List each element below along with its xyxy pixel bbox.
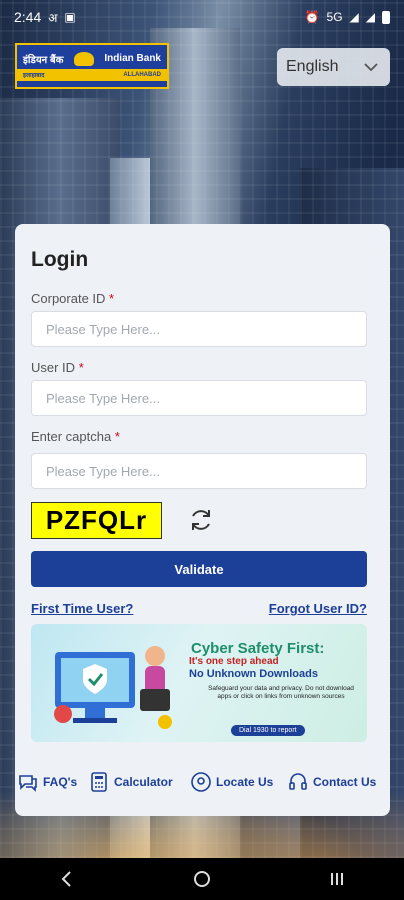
banner-line: No Unknown Downloads (189, 668, 318, 680)
home-icon[interactable] (191, 868, 213, 890)
banner-heading: Cyber Safety First: (191, 640, 325, 657)
locate-us-link[interactable]: Locate Us (190, 771, 273, 793)
system-nav-bar (0, 858, 404, 900)
banner-body: Safeguard your data and privacy. Do not … (208, 685, 354, 700)
chevron-down-icon (364, 62, 378, 71)
location-icon (191, 772, 211, 792)
forgot-user-id-link[interactable]: Forgot User ID? (269, 601, 367, 616)
message-icon: ▣ (64, 10, 76, 24)
cyber-safety-banner[interactable]: Cyber Safety First: It's one step ahead … (31, 624, 367, 742)
network-label: 5G (326, 10, 343, 24)
captcha-field[interactable] (31, 453, 367, 489)
page-title: Login (31, 248, 89, 271)
contact-us-label: Contact Us (313, 775, 377, 789)
alarm-icon: ⏰ (304, 10, 320, 24)
recents-icon[interactable] (326, 868, 348, 890)
faq-link[interactable]: FAQ's (17, 771, 77, 793)
status-bar: 2:44 अ ▣ ⏰ 5G ◢ ◢ (0, 0, 404, 34)
signal-icon: ◢ (349, 10, 359, 24)
faq-label: FAQ's (43, 775, 78, 789)
cyber-safety-illustration-icon (54, 646, 172, 729)
corporate-id-field[interactable] (31, 311, 367, 347)
status-time: 2:44 (14, 9, 42, 25)
indian-bank-logo: इंडियन बैंक Indian Bank इलाहाबाद ALLAHAB… (15, 43, 169, 89)
logo-english-name: Indian Bank (104, 53, 161, 64)
signal-icon-2: ◢ (365, 10, 375, 24)
logo-sub-right: ALLAHABAD (123, 71, 161, 78)
logo-hindi-name: इंडियन बैंक (23, 54, 64, 66)
validate-button[interactable]: Validate (31, 551, 367, 587)
logo-emblem-icon (73, 51, 94, 66)
captcha-label: Enter captcha * (31, 429, 120, 444)
notification-icon: अ (48, 10, 58, 25)
login-card: Login Corporate ID * User ID * Enter cap… (15, 224, 390, 816)
user-id-field[interactable] (31, 380, 367, 416)
chat-icon (19, 775, 37, 792)
captcha-image: PZFQLr (31, 502, 162, 539)
corporate-id-label: Corporate ID * (31, 291, 115, 306)
locate-us-label: Locate Us (216, 775, 274, 789)
calculator-link[interactable]: Calculator (88, 771, 173, 793)
language-selected: English (286, 58, 339, 75)
calculator-icon (91, 772, 107, 792)
calculator-label: Calculator (114, 775, 173, 789)
back-icon[interactable] (56, 868, 78, 890)
contact-us-link[interactable]: Contact Us (287, 771, 376, 793)
user-id-label: User ID * (31, 360, 84, 375)
headset-icon (289, 773, 307, 790)
first-time-user-link[interactable]: First Time User? (31, 601, 133, 616)
refresh-icon[interactable] (187, 506, 215, 534)
banner-cta: Dial 1930 to report (231, 725, 305, 736)
battery-icon (382, 10, 390, 24)
language-select[interactable]: English (277, 48, 390, 86)
logo-sub-left: इलाहाबाद (23, 72, 45, 79)
banner-subheading: It's one step ahead (189, 656, 279, 667)
